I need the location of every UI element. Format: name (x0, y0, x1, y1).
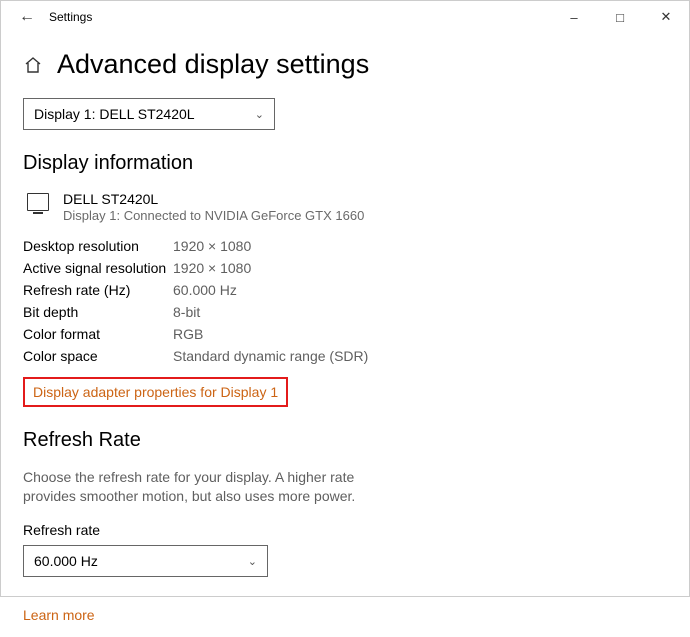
active-signal-resolution-value: 1920 × 1080 (173, 257, 251, 279)
bit-depth-value: 8-bit (173, 301, 200, 323)
refresh-rate-field-label: Refresh rate (23, 522, 667, 538)
window-title: Settings (49, 10, 92, 24)
active-signal-resolution-label: Active signal resolution (23, 257, 173, 279)
maximize-button[interactable]: □ (597, 1, 643, 33)
color-format-label: Color format (23, 323, 173, 345)
refresh-rate-hz-label: Refresh rate (Hz) (23, 279, 173, 301)
color-space-value: Standard dynamic range (SDR) (173, 345, 368, 367)
monitor-name: DELL ST2420L (63, 191, 364, 207)
display-selector-value: Display 1: DELL ST2420L (34, 106, 195, 122)
page-title: Advanced display settings (57, 49, 369, 80)
refresh-rate-hz-value: 60.000 Hz (173, 279, 237, 301)
back-button[interactable]: ← (9, 8, 45, 26)
chevron-down-icon: ⌄ (248, 555, 257, 568)
display-selector[interactable]: Display 1: DELL ST2420L ⌄ (23, 98, 275, 130)
close-button[interactable]: ✕ (643, 1, 689, 33)
display-adapter-properties-link[interactable]: Display adapter properties for Display 1 (23, 377, 288, 407)
color-space-label: Color space (23, 345, 173, 367)
refresh-rate-heading: Refresh Rate (23, 429, 667, 452)
color-format-value: RGB (173, 323, 203, 345)
chevron-down-icon: ⌄ (255, 108, 264, 121)
learn-more-link[interactable]: Learn more (23, 607, 95, 623)
desktop-resolution-label: Desktop resolution (23, 235, 173, 257)
monitor-icon (27, 193, 49, 211)
bit-depth-label: Bit depth (23, 301, 173, 323)
monitor-connection: Display 1: Connected to NVIDIA GeForce G… (63, 208, 364, 223)
refresh-rate-description: Choose the refresh rate for your display… (23, 468, 403, 506)
display-information-heading: Display information (23, 152, 667, 175)
desktop-resolution-value: 1920 × 1080 (173, 235, 251, 257)
refresh-rate-selector[interactable]: 60.000 Hz ⌄ (23, 545, 268, 577)
refresh-rate-selector-value: 60.000 Hz (34, 553, 98, 569)
minimize-button[interactable]: – (551, 1, 597, 33)
home-icon[interactable] (23, 55, 43, 75)
